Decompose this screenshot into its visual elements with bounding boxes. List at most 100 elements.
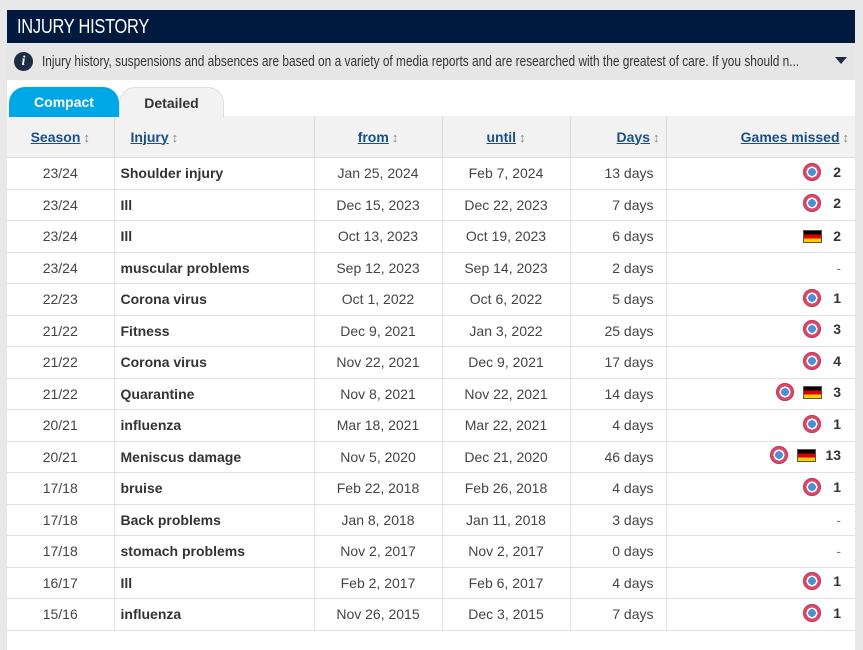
germany-flag-icon[interactable] xyxy=(803,385,822,399)
games-missed-cell: 3 xyxy=(666,378,855,410)
club-crest-icon[interactable] xyxy=(803,572,821,591)
season-cell: 21/22 xyxy=(7,378,115,410)
from-date-cell: Nov 2, 2017 xyxy=(314,535,443,568)
sort-icon[interactable]: ↕ xyxy=(392,130,399,145)
sort-season-link[interactable]: Season xyxy=(31,129,81,145)
season-cell: 17/18 xyxy=(7,535,115,568)
section-title-text: INJURY HISTORY xyxy=(17,16,150,38)
days-cell: 25 days xyxy=(570,315,667,347)
injury-cell: influenza xyxy=(114,409,315,442)
season-cell: 17/18 xyxy=(7,504,115,536)
season-cell: 23/24 xyxy=(7,252,115,284)
view-tabs: Compact Detailed xyxy=(7,80,855,118)
from-date-cell: Nov 26, 2015 xyxy=(314,598,443,631)
sort-icon[interactable]: ↕ xyxy=(172,130,179,145)
until-date-cell: Sep 14, 2023 xyxy=(442,252,571,284)
games-missed-count: 3 xyxy=(833,321,841,338)
season-cell: 22/23 xyxy=(7,283,115,316)
caret-down-icon[interactable] xyxy=(835,57,847,64)
games-missed-count: - xyxy=(836,543,841,560)
column-header-from[interactable]: from ↕ xyxy=(314,116,443,158)
games-missed-cell: 2 xyxy=(666,157,855,190)
until-date-cell: Oct 19, 2023 xyxy=(442,220,571,253)
club-crest-icon[interactable] xyxy=(803,194,821,213)
until-date-cell: Dec 9, 2021 xyxy=(442,346,571,379)
column-header-injury[interactable]: Injury ↕ xyxy=(114,116,315,158)
games-missed-cell: 2 xyxy=(666,220,855,253)
games-missed-count: - xyxy=(836,259,841,276)
games-missed-cell: 1 xyxy=(666,598,855,631)
injury-cell: Ill xyxy=(114,567,315,599)
table-row: 22/23 Corona virus Oct 1, 2022 Oct 6, 2022 5… xyxy=(7,283,855,316)
season-cell: 21/22 xyxy=(7,315,115,347)
from-date-cell: Jan 8, 2018 xyxy=(314,504,443,536)
games-missed-cell: - xyxy=(666,535,855,568)
germany-flag-icon[interactable] xyxy=(797,448,817,462)
club-crest-icon[interactable] xyxy=(803,162,821,181)
column-header-games-missed[interactable]: Games missed ↕ xyxy=(666,116,855,158)
table-row: 23/24 Shoulder injury Jan 25, 2024 Feb 7, 2… xyxy=(7,157,855,190)
club-crest-icon[interactable] xyxy=(803,320,821,339)
column-header-until[interactable]: until ↕ xyxy=(442,116,571,158)
column-header-season[interactable]: Season ↕ xyxy=(7,116,115,158)
games-missed-group: 1 xyxy=(803,288,841,307)
games-missed-group: 1 xyxy=(803,603,841,622)
from-date-cell: Nov 5, 2020 xyxy=(314,441,443,473)
games-missed-cell: 1 xyxy=(666,472,855,505)
table-row: 21/22 Quarantine Nov 8, 2021 Nov 22, 2021 14… xyxy=(7,378,855,410)
club-crest-icon[interactable] xyxy=(776,383,794,402)
games-missed-count: - xyxy=(836,511,841,528)
sort-until-link[interactable]: until xyxy=(486,129,516,145)
club-crest-icon[interactable] xyxy=(803,414,821,433)
until-date-cell: Dec 3, 2015 xyxy=(442,598,571,631)
games-missed-count: 1 xyxy=(833,289,841,306)
section-title: INJURY HISTORY xyxy=(7,10,855,43)
days-cell: 13 days xyxy=(570,157,667,190)
from-date-cell: Feb 22, 2018 xyxy=(314,472,443,505)
season-cell: 23/24 xyxy=(7,157,115,190)
tab-detailed[interactable]: Detailed xyxy=(119,87,224,118)
info-bar[interactable]: i Injury history, suspensions and absenc… xyxy=(7,43,855,80)
germany-flag-icon[interactable] xyxy=(803,229,822,243)
days-cell: 4 days xyxy=(570,409,667,442)
sort-icon[interactable]: ↕ xyxy=(83,130,90,145)
injury-cell: Ill xyxy=(114,220,315,253)
sort-icon[interactable]: ↕ xyxy=(519,130,526,145)
from-date-cell: Nov 8, 2021 xyxy=(314,378,443,410)
injury-cell: stomach problems xyxy=(114,535,315,568)
games-missed-cell: - xyxy=(666,252,855,284)
games-missed-cell: - xyxy=(666,504,855,536)
sort-days-link[interactable]: Days xyxy=(617,129,650,145)
injury-cell: bruise xyxy=(114,472,315,505)
games-missed-count: 3 xyxy=(833,384,841,401)
table-row: 23/24 muscular problems Sep 12, 2023 Sep 14… xyxy=(7,252,855,284)
days-cell: 4 days xyxy=(570,567,667,599)
table-row: 21/22 Fitness Dec 9, 2021 Jan 3, 2022 25 day… xyxy=(7,315,855,347)
table-row: 20/21 Meniscus damage Nov 5, 2020 Dec 21, 2… xyxy=(7,441,855,473)
sort-games-missed-link[interactable]: Games missed xyxy=(741,129,840,145)
column-header-days[interactable]: Days ↕ xyxy=(570,116,667,158)
sort-from-link[interactable]: from xyxy=(358,129,389,145)
sort-icon[interactable]: ↕ xyxy=(653,130,660,145)
season-cell: 16/17 xyxy=(7,567,115,599)
club-crest-icon[interactable] xyxy=(770,446,789,465)
club-crest-icon[interactable] xyxy=(803,288,821,307)
days-cell: 4 days xyxy=(570,472,667,505)
injury-cell: Corona virus xyxy=(114,283,315,316)
days-cell: 7 days xyxy=(570,598,667,631)
games-missed-count: 1 xyxy=(833,604,841,621)
games-missed-group: 3 xyxy=(776,383,841,402)
sort-injury-link[interactable]: Injury xyxy=(131,129,169,145)
until-date-cell: Jan 11, 2018 xyxy=(442,504,571,536)
games-missed-count: 2 xyxy=(833,163,841,180)
tab-compact[interactable]: Compact xyxy=(9,87,119,117)
sort-icon[interactable]: ↕ xyxy=(843,130,850,145)
until-date-cell: Feb 6, 2017 xyxy=(442,567,571,599)
from-date-cell: Oct 13, 2023 xyxy=(314,220,443,253)
injury-history-box: INJURY HISTORY i Injury history, suspens… xyxy=(7,10,855,650)
club-crest-icon[interactable] xyxy=(803,351,821,370)
season-cell: 20/21 xyxy=(7,409,115,442)
club-crest-icon[interactable] xyxy=(803,477,821,496)
injury-cell: Fitness xyxy=(114,315,315,347)
club-crest-icon[interactable] xyxy=(803,603,821,622)
